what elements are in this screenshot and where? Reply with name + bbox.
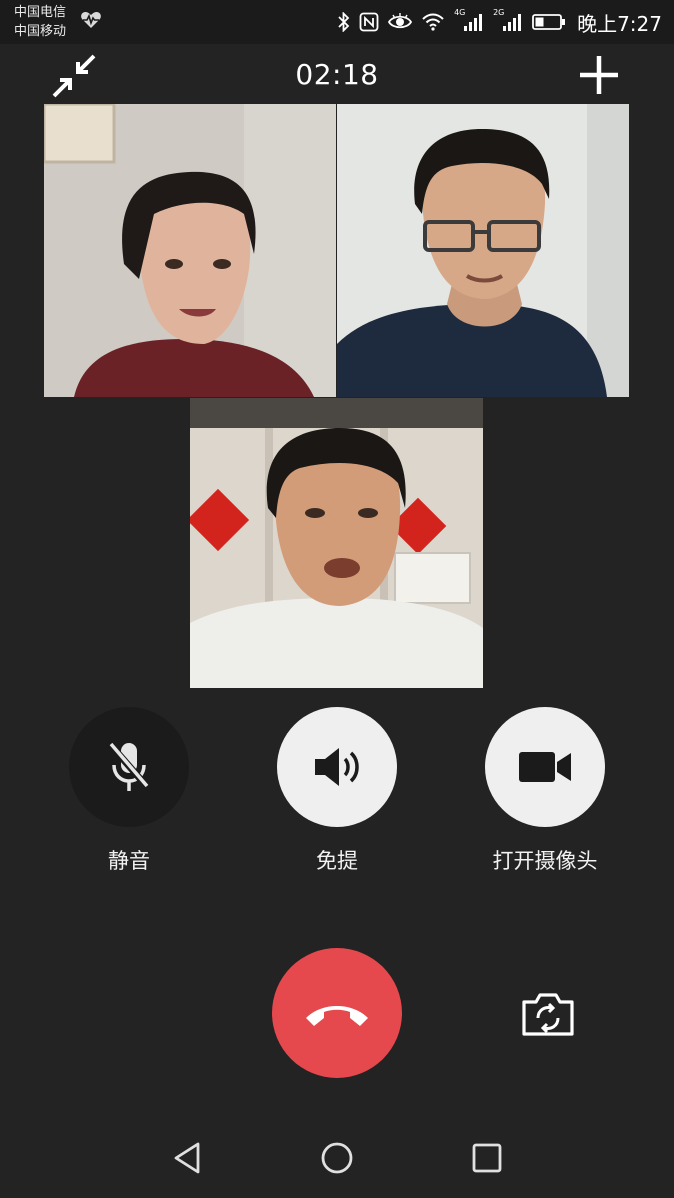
plus-icon[interactable]: [578, 54, 620, 96]
network-4g-signal: 4G: [454, 8, 484, 32]
call-timer: 02:18: [295, 58, 379, 91]
eye-icon: [388, 13, 413, 29]
carrier-1-label: 中国电信: [14, 5, 67, 20]
mute-button[interactable]: [69, 707, 189, 827]
status-bar: 中国电信 中国移动 4G 2G 晚上7:27: [0, 0, 674, 44]
self-video[interactable]: [190, 398, 483, 688]
participant-video-1-image: [44, 104, 336, 397]
participant-video-2[interactable]: [337, 104, 629, 397]
self-video-image: [190, 398, 483, 688]
network-1-label: 4G: [454, 8, 466, 17]
carrier-2-label: 中国移动: [14, 24, 67, 39]
wifi-icon: [422, 13, 444, 31]
bluetooth-icon: [338, 12, 350, 32]
speaker-label: 免提: [316, 849, 358, 873]
camera-switch-icon[interactable]: [520, 990, 576, 1038]
video-camera-icon: [519, 752, 571, 782]
participant-video-2-image: [337, 104, 629, 397]
phone-hangup-icon: [306, 1006, 368, 1026]
hangup-button[interactable]: [272, 948, 402, 1078]
heart-monitor-icon: [81, 11, 101, 29]
status-time: 晚上7:27: [577, 11, 662, 36]
network-2g-signal: 2G: [493, 8, 523, 32]
network-2-label: 2G: [493, 8, 505, 17]
speaker-icon: [315, 748, 359, 786]
participant-video-1[interactable]: [44, 104, 336, 397]
mute-label: 静音: [108, 849, 150, 873]
battery-icon: [532, 14, 566, 30]
nav-home-icon[interactable]: [319, 1140, 355, 1176]
camera-button[interactable]: [485, 707, 605, 827]
camera-label: 打开摄像头: [492, 849, 598, 873]
speaker-button[interactable]: [277, 707, 397, 827]
nav-back-icon[interactable]: [170, 1140, 206, 1176]
mic-off-icon: [106, 740, 152, 792]
nfc-icon: [359, 12, 379, 32]
status-icons: 4G 2G 晚上7:27: [338, 6, 662, 38]
nav-recent-icon[interactable]: [469, 1140, 505, 1176]
